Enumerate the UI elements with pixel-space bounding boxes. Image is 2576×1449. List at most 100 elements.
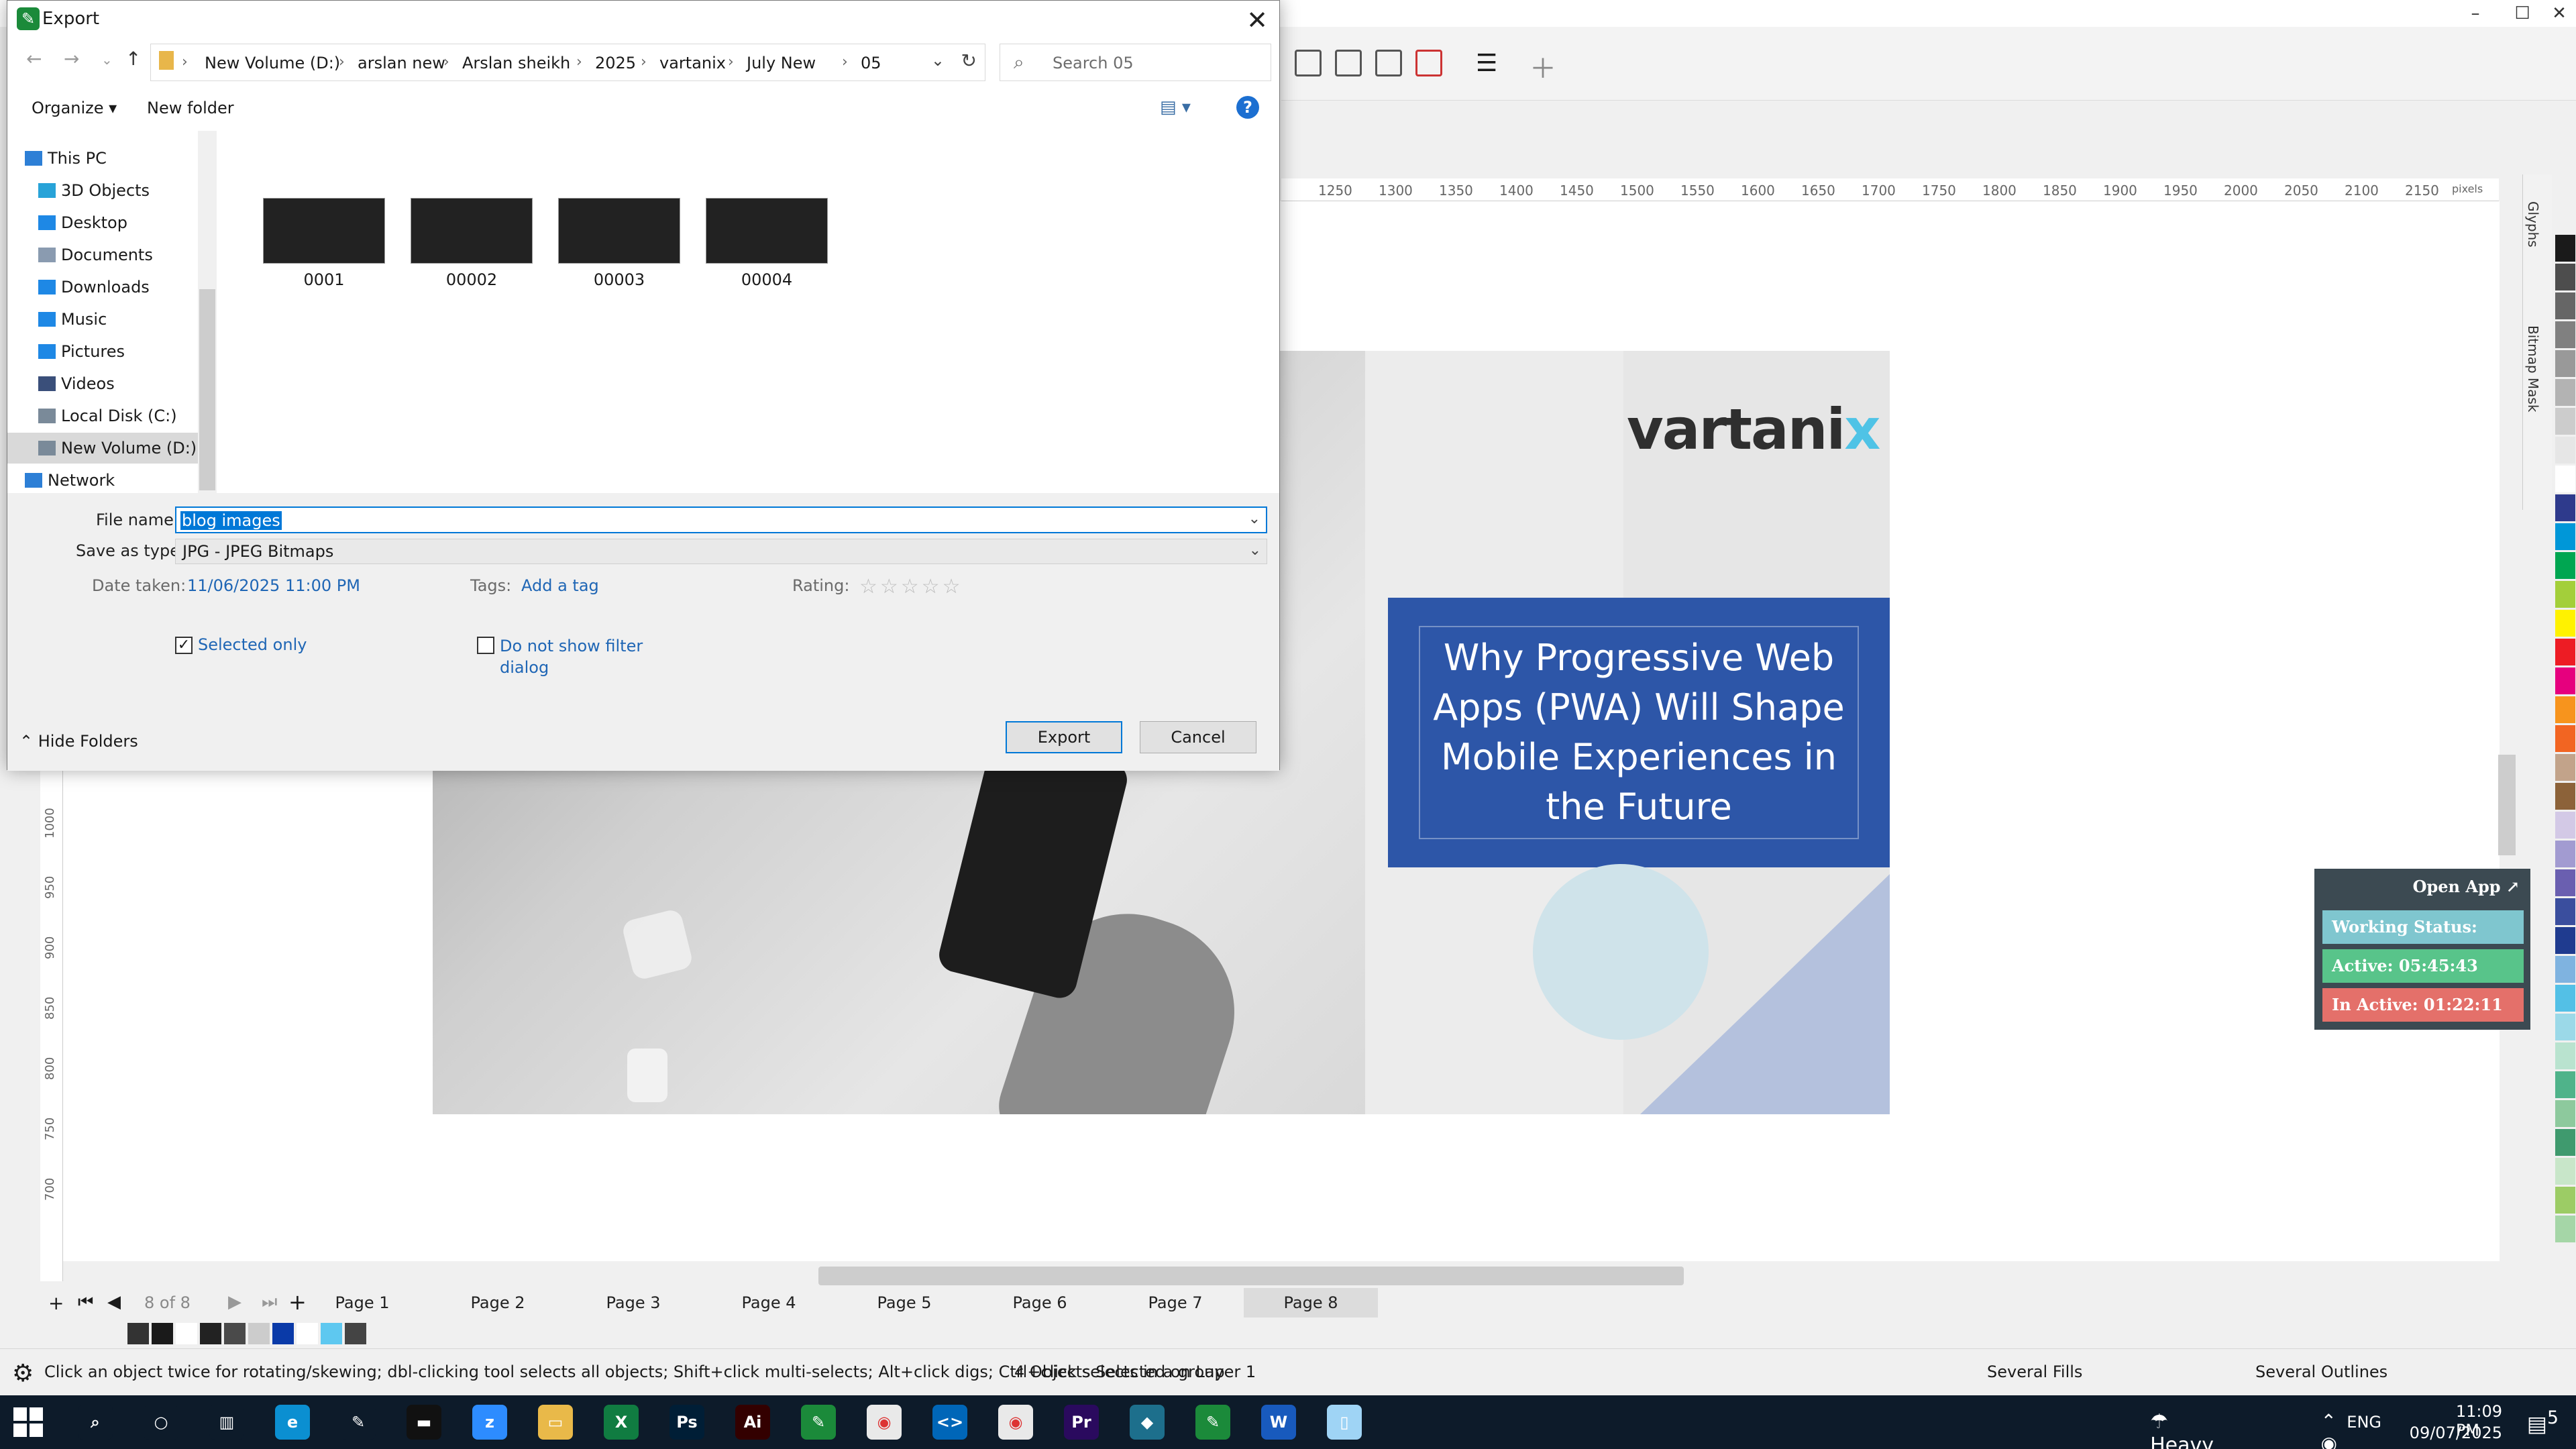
color-swatch[interactable] xyxy=(200,1323,221,1344)
nav-item[interactable]: New Volume (D:) xyxy=(7,433,202,464)
nav-item[interactable]: Desktop xyxy=(7,207,202,238)
align-icon[interactable]: ☰ xyxy=(1476,50,1497,77)
palette-swatch[interactable] xyxy=(2555,754,2575,781)
organize-button[interactable]: Organize ▾ xyxy=(32,99,117,117)
nav-scroll-thumb[interactable] xyxy=(199,289,215,490)
palette-swatch[interactable] xyxy=(2555,696,2575,723)
color-palette[interactable] xyxy=(2553,235,2576,1295)
nav-item[interactable]: This PC xyxy=(7,143,202,174)
color-swatch[interactable] xyxy=(152,1323,173,1344)
prev-page-icon[interactable]: ◀ xyxy=(107,1292,121,1312)
brand-logo[interactable]: vartanix xyxy=(1627,396,1880,462)
search-input[interactable]: ⌕ Search 05 xyxy=(1000,44,1271,81)
save-type-select[interactable]: JPG - JPEG Bitmaps ⌄ xyxy=(175,539,1267,564)
next-page-icon[interactable]: ▶ xyxy=(228,1292,241,1312)
pick-tool-icon[interactable] xyxy=(1295,50,1322,76)
palette-swatch[interactable] xyxy=(2555,1071,2575,1098)
add-icon[interactable]: ＋ xyxy=(1529,47,1556,86)
palette-swatch[interactable] xyxy=(2555,1100,2575,1127)
new-folder-button[interactable]: New folder xyxy=(147,99,234,117)
palette-swatch[interactable] xyxy=(2555,437,2575,464)
color-swatch[interactable] xyxy=(224,1323,246,1344)
document-palette[interactable] xyxy=(40,1320,402,1347)
palette-swatch[interactable] xyxy=(2555,985,2575,1012)
start-icon[interactable] xyxy=(13,1407,43,1437)
taskbar-app-app-icon[interactable]: ◆ xyxy=(1130,1405,1165,1440)
taskbar-app-word-icon[interactable]: W xyxy=(1261,1405,1296,1440)
nav-item[interactable]: 3D Objects xyxy=(7,175,202,206)
recent-locations-icon[interactable]: ⌄ xyxy=(101,52,113,68)
nav-item[interactable]: Pictures xyxy=(7,336,202,367)
page-tab-7[interactable]: Page 7 xyxy=(1108,1288,1242,1318)
page-tab-3[interactable]: Page 3 xyxy=(566,1288,700,1318)
add-page-icon[interactable]: + xyxy=(48,1292,64,1314)
palette-swatch[interactable] xyxy=(2555,552,2575,579)
hide-folders-button[interactable]: ⌃ Hide Folders xyxy=(19,732,138,751)
breadcrumb-item[interactable]: July New xyxy=(747,54,816,72)
breadcrumb-item[interactable]: arslan new xyxy=(358,54,445,72)
palette-swatch[interactable] xyxy=(2555,841,2575,867)
intersect-icon[interactable] xyxy=(1375,50,1402,76)
tags-input[interactable]: Add a tag xyxy=(521,576,599,595)
maximize-button[interactable]: ☐ xyxy=(2502,0,2542,27)
palette-swatch[interactable] xyxy=(2555,581,2575,608)
outline-status[interactable]: Several Outlines xyxy=(2255,1362,2387,1381)
taskbar-app-search-icon[interactable]: ⌕ xyxy=(78,1405,113,1440)
page-tab-2[interactable]: Page 2 xyxy=(431,1288,565,1318)
palette-swatch[interactable] xyxy=(2555,725,2575,752)
clock-date[interactable]: 09/07/2025 xyxy=(2410,1424,2502,1442)
color-swatch[interactable] xyxy=(321,1323,342,1344)
color-swatch[interactable] xyxy=(248,1323,270,1344)
cancel-button[interactable]: Cancel xyxy=(1140,721,1256,753)
horizontal-scrollbar[interactable] xyxy=(818,1267,1684,1285)
language-indicator[interactable]: ENG xyxy=(2347,1413,2381,1432)
forward-icon[interactable]: → xyxy=(64,48,79,70)
taskbar-app-coreldraw-icon[interactable]: ✎ xyxy=(801,1405,836,1440)
palette-swatch[interactable] xyxy=(2555,494,2575,521)
taskbar-app-pen-icon[interactable]: ✎ xyxy=(341,1405,376,1440)
palette-swatch[interactable] xyxy=(2555,812,2575,839)
vertical-scrollbar[interactable] xyxy=(2498,755,2516,855)
glyphs-tab[interactable]: Glyphs xyxy=(2525,201,2541,248)
palette-swatch[interactable] xyxy=(2555,264,2575,290)
trim-icon[interactable] xyxy=(1335,50,1362,76)
page-tab-8[interactable]: Page 8 xyxy=(1244,1288,1378,1318)
taskbar-app-task-view-icon[interactable]: ▥ xyxy=(209,1405,244,1440)
taskbar-app-chrome-profile-icon[interactable]: ◉ xyxy=(998,1405,1033,1440)
color-swatch[interactable] xyxy=(297,1323,318,1344)
file-item[interactable]: 0001 xyxy=(257,198,391,289)
page-tab-1[interactable]: Page 1 xyxy=(295,1288,429,1318)
tray-icons[interactable]: ⌃ ◉ ▭ ♪ xyxy=(2321,1410,2348,1449)
taskbar-app-cortana-icon[interactable]: ○ xyxy=(144,1405,178,1440)
palette-swatch[interactable] xyxy=(2555,523,2575,550)
palette-swatch[interactable] xyxy=(2555,350,2575,377)
nav-item[interactable]: Documents xyxy=(7,239,202,270)
back-icon[interactable]: ← xyxy=(26,48,42,70)
nav-item[interactable]: Videos xyxy=(7,368,202,399)
palette-swatch[interactable] xyxy=(2555,869,2575,896)
taskbar-app-photoshop-icon[interactable]: Ps xyxy=(669,1405,704,1440)
chevron-down-icon[interactable]: ⌄ xyxy=(1248,511,1260,527)
taskbar-app-vs-code-icon[interactable]: <> xyxy=(932,1405,967,1440)
palette-swatch[interactable] xyxy=(2555,667,2575,694)
palette-swatch[interactable] xyxy=(2555,1042,2575,1069)
palette-swatch[interactable] xyxy=(2555,292,2575,319)
last-page-icon[interactable]: ⏭ xyxy=(262,1292,277,1313)
view-options-icon[interactable]: ▤ ▾ xyxy=(1160,97,1191,117)
taskbar-app-file-explorer-icon[interactable]: ▭ xyxy=(538,1405,573,1440)
rating-stars[interactable]: ☆☆☆☆☆ xyxy=(859,575,963,598)
selected-only-label[interactable]: Selected only xyxy=(198,635,307,654)
color-swatch[interactable] xyxy=(345,1323,366,1344)
palette-swatch[interactable] xyxy=(2555,927,2575,954)
close-app-button[interactable]: ✕ xyxy=(2539,0,2576,27)
gear-icon[interactable]: ⚙ xyxy=(12,1360,34,1387)
palette-swatch[interactable] xyxy=(2555,610,2575,637)
bitmap-mask-tab[interactable]: Bitmap Mask xyxy=(2525,325,2541,412)
palette-swatch[interactable] xyxy=(2555,1216,2575,1242)
breadcrumb-item[interactable]: New Volume (D:) xyxy=(205,54,340,72)
chevron-down-icon[interactable]: ⌄ xyxy=(931,51,945,70)
up-icon[interactable]: ↑ xyxy=(125,48,141,70)
taskbar-app-coreldraw-active-icon[interactable]: ✎ xyxy=(1195,1405,1230,1440)
nav-item[interactable]: Local Disk (C:) xyxy=(7,400,202,431)
breadcrumb-item[interactable]: vartanix xyxy=(659,54,726,72)
